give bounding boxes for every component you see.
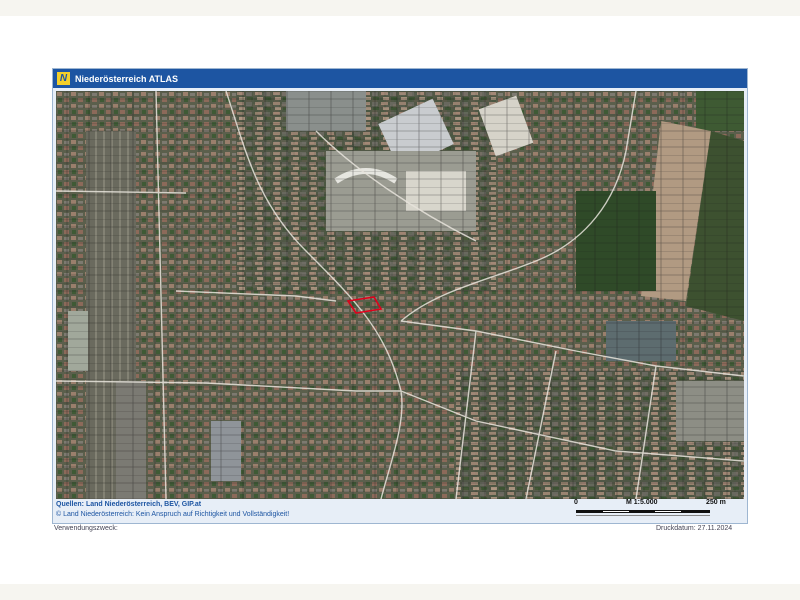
top-margin-band [0,0,800,16]
noe-logo-letter: N [59,73,68,84]
scale-bar-baseline [576,515,710,516]
scale-ratio-label: M 1:5.000 [626,499,658,506]
scale-end-label: 250 m [706,499,726,506]
noe-logo: N [57,72,70,85]
bottom-margin-band [0,584,800,600]
scale-bar: 0 M 1:5.000 250 m [574,499,739,521]
page-title: Niederösterreich ATLAS [75,73,179,84]
purpose-label: Verwendungszweck: [54,525,118,532]
map-sources: Quellen: Land Niederösterreich, BEV, GIP… [56,501,202,508]
print-date: Druckdatum: 27.11.2024 [656,525,733,532]
map-disclaimer: © Land Niederösterreich: Kein Anspruch a… [56,511,290,518]
scale-start-label: 0 [574,499,578,506]
aerial-map[interactable] [56,91,744,499]
scale-bar-ruler [576,510,710,513]
aerial-map-canvas [56,91,744,499]
atlas-title-bar: N Niederösterreich ATLAS [53,69,747,88]
atlas-print-frame: N Niederösterreich ATLAS Quellen: Land N… [52,68,748,524]
